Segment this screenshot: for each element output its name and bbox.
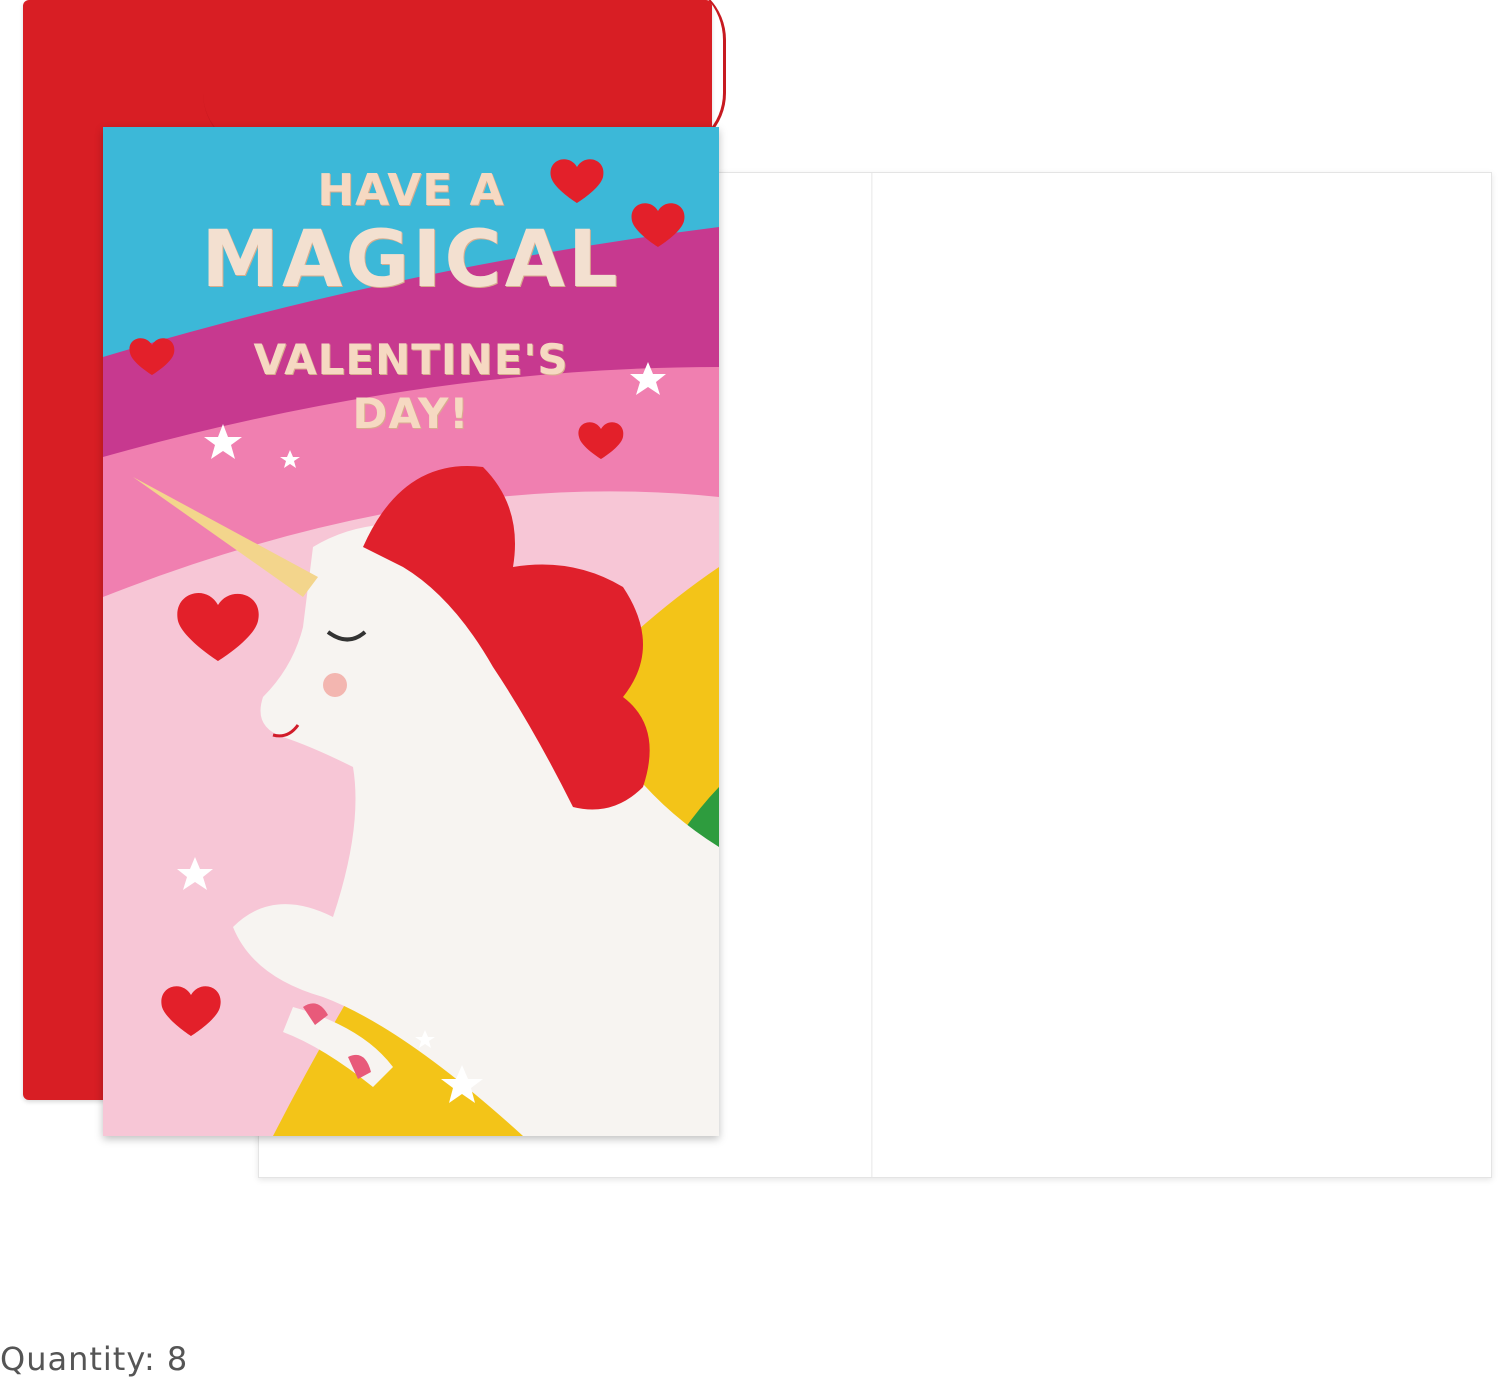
- quantity-label: Quantity: 8: [0, 1340, 189, 1378]
- card-title-line-1: HAVE A: [317, 165, 505, 216]
- card-title-line-2: MAGICAL: [201, 215, 621, 305]
- card-front: HAVE A MAGICAL VALENTINE'S DAY!: [103, 127, 719, 1136]
- unicorn-cheek: [323, 673, 347, 697]
- card-fold-line: [871, 173, 873, 1177]
- card-title-line-4: DAY!: [352, 389, 470, 438]
- card-title-line-3: VALENTINE'S: [253, 335, 569, 384]
